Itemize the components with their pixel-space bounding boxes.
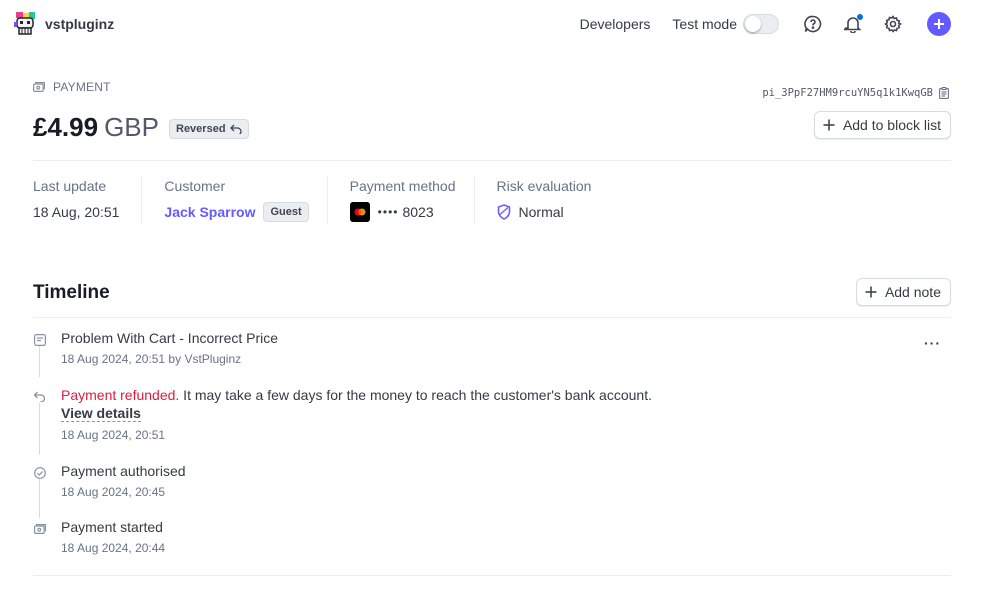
timeline-item-content: Problem With Cart - Incorrect Price 18 A… bbox=[61, 330, 278, 366]
timeline-item-timestamp: 18 Aug 2024, 20:45 bbox=[61, 485, 166, 499]
notification-dot bbox=[857, 14, 863, 20]
card-mask: •••• bbox=[377, 205, 399, 219]
timeline-item-timestamp: 18 Aug 2024, 20:51 bbox=[61, 428, 166, 442]
summary-customer: Customer Jack Sparrow Guest bbox=[142, 176, 328, 224]
test-mode-label: Test mode bbox=[672, 16, 737, 32]
status-badge-label: Reversed bbox=[176, 122, 226, 135]
add-note-label: Add note bbox=[884, 284, 941, 300]
divider bbox=[33, 160, 951, 161]
timeline-item-title: Payment started bbox=[61, 519, 163, 535]
refund-description: It may take a few days for the money to … bbox=[179, 387, 652, 403]
risk-value[interactable]: Normal bbox=[497, 202, 592, 222]
top-actions: Developers Test mode bbox=[580, 11, 951, 37]
check-circle-icon bbox=[33, 466, 46, 479]
developers-link[interactable]: Developers bbox=[580, 16, 651, 32]
timeline-connector bbox=[39, 478, 40, 518]
shield-icon bbox=[497, 204, 510, 220]
timeline-item-timestamp: 18 Aug 2024, 20:44 bbox=[61, 541, 166, 555]
card-last4: 8023 bbox=[402, 204, 434, 220]
payment-amount: £4.99 bbox=[33, 112, 99, 142]
help-icon bbox=[804, 15, 822, 33]
risk-value-label: Normal bbox=[518, 204, 564, 220]
settings-button[interactable] bbox=[883, 14, 903, 34]
top-bar: vstpluginz Developers Test mode bbox=[0, 0, 985, 48]
timeline-item-title: Problem With Cart - Incorrect Price bbox=[61, 330, 279, 346]
payment-icon bbox=[33, 82, 45, 92]
summary-payment-method: Payment method •••• 8023 bbox=[328, 176, 475, 224]
help-button[interactable] bbox=[803, 14, 823, 34]
last-update-value: 18 Aug, 20:51 bbox=[33, 204, 120, 220]
account-switcher[interactable]: vstpluginz bbox=[14, 12, 114, 36]
mastercard-icon bbox=[349, 202, 370, 222]
payment-method-label: Payment method bbox=[349, 178, 456, 194]
payment-id-text: pi_3PpF27HM9rcuYN5q1k1KwqGB bbox=[762, 87, 933, 99]
create-button[interactable] bbox=[927, 12, 951, 36]
customer-link[interactable]: Jack Sparrow bbox=[164, 204, 255, 220]
payment-summary: Last update 18 Aug, 20:51 Customer Jack … bbox=[33, 176, 609, 224]
payment-icon bbox=[33, 522, 46, 535]
page-kicker: PAYMENT bbox=[33, 80, 111, 94]
reverse-icon bbox=[229, 124, 242, 134]
add-to-block-list-button[interactable]: Add to block list bbox=[813, 111, 951, 139]
timeline-item-timestamp: 18 Aug 2024, 20:51 by VstPluginz bbox=[61, 352, 242, 366]
guest-badge: Guest bbox=[263, 202, 309, 222]
refund-icon bbox=[33, 390, 46, 403]
customer-value: Jack Sparrow Guest bbox=[164, 202, 309, 222]
view-details-link[interactable]: View details bbox=[61, 405, 141, 422]
summary-risk: Risk evaluation Normal bbox=[475, 176, 610, 224]
test-mode-toggle-group[interactable]: Test mode bbox=[672, 14, 779, 34]
gear-icon bbox=[884, 15, 902, 33]
timeline-item-title: Payment authorised bbox=[61, 463, 186, 479]
amount-row: £4.99 GBP Reversed bbox=[33, 112, 249, 143]
account-name: vstpluginz bbox=[45, 16, 115, 32]
divider bbox=[33, 317, 951, 318]
payment-method-value: •••• 8023 bbox=[349, 202, 456, 222]
timeline-title: Timeline bbox=[33, 282, 110, 303]
notifications-button[interactable] bbox=[843, 14, 863, 34]
payment-currency: GBP bbox=[104, 112, 159, 142]
divider bbox=[33, 575, 951, 576]
test-mode-toggle[interactable] bbox=[743, 14, 779, 34]
note-more-button[interactable]: ··· bbox=[924, 335, 941, 351]
last-update-label: Last update bbox=[33, 178, 107, 194]
timeline-connector bbox=[39, 402, 40, 455]
summary-last-update: Last update 18 Aug, 20:51 bbox=[33, 176, 143, 224]
customer-label: Customer bbox=[164, 178, 226, 194]
toggle-knob bbox=[745, 16, 761, 32]
add-note-button[interactable]: Add note bbox=[855, 278, 951, 306]
plus-icon bbox=[865, 286, 877, 298]
brand-logo-icon bbox=[14, 12, 35, 35]
plus-icon bbox=[934, 19, 944, 29]
timeline-item-content: Payment authorised 18 Aug 2024, 20:45 bbox=[61, 463, 186, 499]
status-badge: Reversed bbox=[169, 118, 249, 139]
note-icon bbox=[33, 333, 46, 346]
page-kicker-label: PAYMENT bbox=[53, 80, 111, 94]
timeline-item-title: Payment refunded. It may take a few days… bbox=[61, 387, 652, 403]
timeline-item-content: Payment refunded. It may take a few days… bbox=[61, 387, 652, 442]
risk-label: Risk evaluation bbox=[496, 178, 592, 194]
timeline-item-content: Payment started 18 Aug 2024, 20:44 bbox=[61, 519, 165, 555]
timeline-connector bbox=[39, 345, 40, 377]
plus-icon bbox=[823, 119, 835, 131]
copy-icon[interactable] bbox=[939, 87, 949, 99]
payment-id[interactable]: pi_3PpF27HM9rcuYN5q1k1KwqGB bbox=[762, 87, 949, 99]
refund-highlight: Payment refunded. bbox=[61, 387, 180, 403]
add-to-block-list-label: Add to block list bbox=[842, 117, 941, 133]
